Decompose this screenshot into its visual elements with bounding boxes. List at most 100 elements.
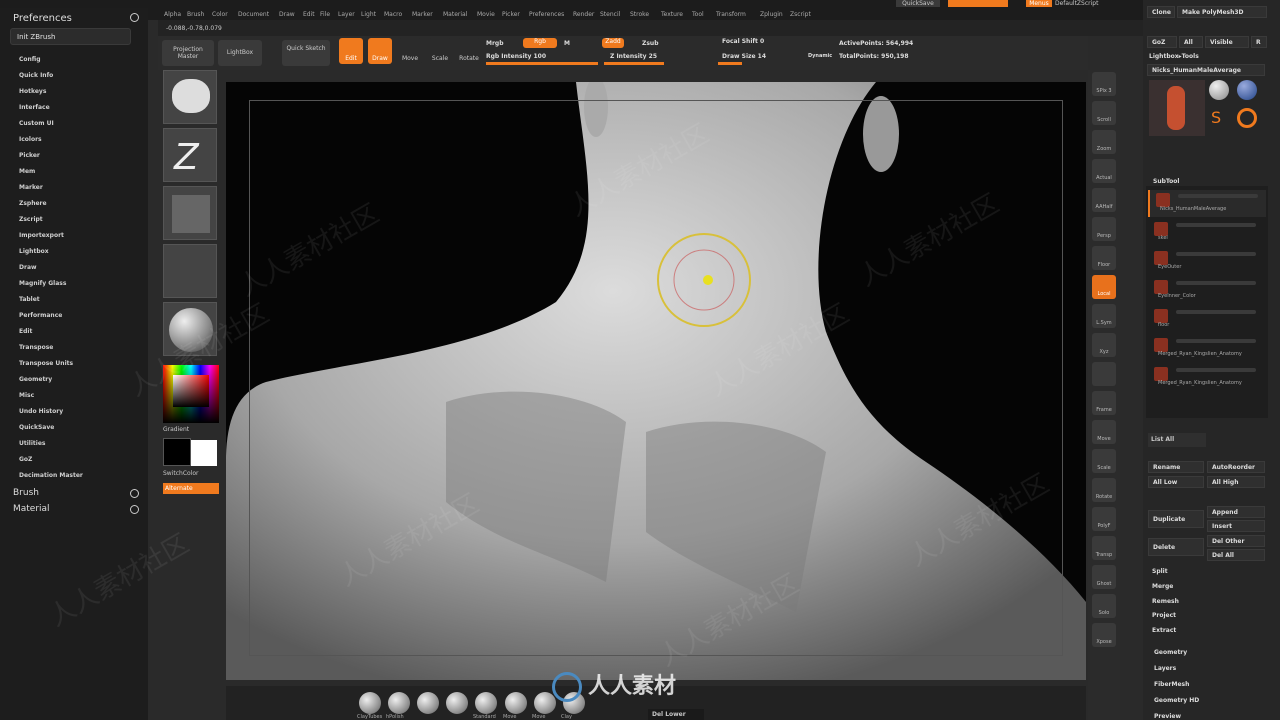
rshelf-zoom-button[interactable]: Zoom <box>1092 130 1116 154</box>
draw-size-slider[interactable]: Draw Size 14 <box>722 53 766 60</box>
menu-zscript[interactable]: Zscript <box>790 11 811 18</box>
lightbox-button[interactable]: LightBox <box>218 40 262 66</box>
geometry-hd-menu[interactable]: Geometry HD <box>1154 697 1199 704</box>
pref-item-marker[interactable]: Marker <box>19 184 43 191</box>
simplebrush-tool-icon[interactable]: S <box>1211 108 1221 127</box>
rshelf-frame-button[interactable]: Frame <box>1092 391 1116 415</box>
texture-thumbnail[interactable] <box>163 244 217 298</box>
pref-item-hotkeys[interactable]: Hotkeys <box>19 88 46 95</box>
subtool-header[interactable]: SubTool <box>1153 178 1179 185</box>
rgb-intensity-bar[interactable] <box>486 62 598 65</box>
all-button[interactable]: All <box>1179 36 1203 48</box>
pref-item-lightbox[interactable]: Lightbox <box>19 248 49 255</box>
pref-item-undo-history[interactable]: Undo History <box>19 408 63 415</box>
subtool-row[interactable]: Merged_Ryan_Kingslien_Anatomy <box>1148 335 1266 362</box>
draw-mode-button[interactable]: Draw <box>368 38 392 64</box>
menu-brush[interactable]: Brush <box>187 11 204 18</box>
material-refresh-icon[interactable] <box>130 505 139 514</box>
menu-preferences[interactable]: Preferences <box>529 11 564 18</box>
brush-thumbnail[interactable] <box>163 70 217 124</box>
menu-stroke[interactable]: Stroke <box>630 11 649 18</box>
menu-document[interactable]: Document <box>238 11 269 18</box>
delete-button[interactable]: Delete <box>1148 538 1204 556</box>
rshelf-scroll-button[interactable]: Scroll <box>1092 101 1116 125</box>
menu-file[interactable]: File <box>320 11 330 18</box>
pref-item-zsphere[interactable]: Zsphere <box>19 200 47 207</box>
projection-master-button[interactable]: Projection Master <box>162 40 214 66</box>
default-zscript-button[interactable]: DefaultZScript <box>1055 0 1098 7</box>
subtool-row[interactable]: floor <box>1148 306 1266 333</box>
visibility-toggles[interactable] <box>1176 310 1256 314</box>
menu-stencil[interactable]: Stencil <box>600 11 620 18</box>
rotate-mode-button[interactable]: Rotate <box>457 38 481 64</box>
alternate-button[interactable]: Alternate <box>163 483 219 494</box>
brush-preset-2-icon[interactable] <box>417 692 439 714</box>
del-all-button[interactable]: Del All <box>1207 549 1265 561</box>
rshelf-actual-button[interactable]: Actual <box>1092 159 1116 183</box>
duplicate-button[interactable]: Duplicate <box>1148 510 1204 528</box>
pref-item-importexport[interactable]: Importexport <box>19 232 64 239</box>
rshelf-move-button[interactable]: Move <box>1092 420 1116 444</box>
focal-shift-slider[interactable]: Focal Shift 0 <box>722 38 764 45</box>
r-button[interactable]: R <box>1251 36 1267 48</box>
pref-item-performance[interactable]: Performance <box>19 312 62 319</box>
rshelf-floor-button[interactable]: Floor <box>1092 246 1116 270</box>
main-color-swatch[interactable] <box>163 438 191 466</box>
rshelf-local-button[interactable]: Local <box>1092 275 1116 299</box>
pref-item-magnify-glass[interactable]: Magnify Glass <box>19 280 66 287</box>
visibility-toggles[interactable] <box>1176 368 1256 372</box>
visibility-toggles[interactable] <box>1176 252 1256 256</box>
rshelf-xpose-button[interactable]: Xpose <box>1092 623 1116 647</box>
move-mode-button[interactable]: Move <box>398 38 422 64</box>
rshelf-ghost-button[interactable]: Ghost <box>1092 565 1116 589</box>
all-low-button[interactable]: All Low <box>1148 476 1204 488</box>
eraserbrush-tool-icon[interactable] <box>1237 108 1257 128</box>
pref-item-mem[interactable]: Mem <box>19 168 35 175</box>
geometry-menu[interactable]: Geometry <box>1154 649 1187 656</box>
rshelf-rotate-button[interactable]: Rotate <box>1092 478 1116 502</box>
draw-size-bar[interactable] <box>718 62 742 65</box>
menu-edit[interactable]: Edit <box>303 11 315 18</box>
pref-item-edit[interactable]: Edit <box>19 328 32 335</box>
clone-button[interactable]: Clone <box>1147 6 1175 18</box>
z-intensity-slider[interactable]: Z Intensity 25 <box>610 53 657 60</box>
subtool-row[interactable]: Nicks_HumanMaleAverage <box>1148 190 1266 217</box>
init-zbrush-button[interactable]: Init ZBrush <box>10 28 131 45</box>
tool-name[interactable]: Nicks_HumanMaleAverage <box>1147 64 1265 76</box>
quicksave-button[interactable]: QuickSave <box>896 0 940 7</box>
fibermesh-menu[interactable]: FiberMesh <box>1154 681 1189 688</box>
append-button[interactable]: Append <box>1207 506 1265 518</box>
brush-section[interactable]: Brush <box>13 488 39 498</box>
del-other-button[interactable]: Del Other <box>1207 535 1265 547</box>
m-toggle[interactable]: M <box>564 40 570 47</box>
visibility-toggles[interactable] <box>1178 194 1258 198</box>
tool-thumbnail[interactable] <box>1149 80 1205 136</box>
rename-button[interactable]: Rename <box>1148 461 1204 473</box>
split-menu[interactable]: Split <box>1152 568 1168 575</box>
rshelf-solo-button[interactable]: Solo <box>1092 594 1116 618</box>
visible-button[interactable]: Visible <box>1205 36 1249 48</box>
pref-item-picker[interactable]: Picker <box>19 152 40 159</box>
cylinder-tool-icon[interactable] <box>1209 80 1229 100</box>
scale-mode-button[interactable]: Scale <box>428 38 452 64</box>
pref-item-utilities[interactable]: Utilities <box>19 440 45 447</box>
quick-sketch-button[interactable]: Quick Sketch <box>282 40 330 66</box>
del-lower-button[interactable]: Del Lower <box>648 709 704 720</box>
rshelf-spix-3-button[interactable]: SPix 3 <box>1092 72 1116 96</box>
rshelf-polyf-button[interactable]: PolyF <box>1092 507 1116 531</box>
menu-tool[interactable]: Tool <box>692 11 704 18</box>
menus-button[interactable]: Menus <box>1026 0 1052 7</box>
pref-item-config[interactable]: Config <box>19 56 41 63</box>
rshelf-blank-button[interactable] <box>1092 362 1116 386</box>
rshelf-aahalf-button[interactable]: AAHalf <box>1092 188 1116 212</box>
secondary-color-swatch[interactable] <box>191 440 217 466</box>
rshelf-transp-button[interactable]: Transp <box>1092 536 1116 560</box>
brush-preset-3-icon[interactable] <box>446 692 468 714</box>
menu-light[interactable]: Light <box>361 11 376 18</box>
pref-item-transpose-units[interactable]: Transpose Units <box>19 360 73 367</box>
pref-item-quick-info[interactable]: Quick Info <box>19 72 53 79</box>
z-intensity-bar[interactable] <box>604 62 664 65</box>
rgb-toggle[interactable]: Rgb <box>523 38 557 48</box>
edit-mode-button[interactable]: Edit <box>339 38 363 64</box>
pref-item-zscript[interactable]: Zscript <box>19 216 43 223</box>
